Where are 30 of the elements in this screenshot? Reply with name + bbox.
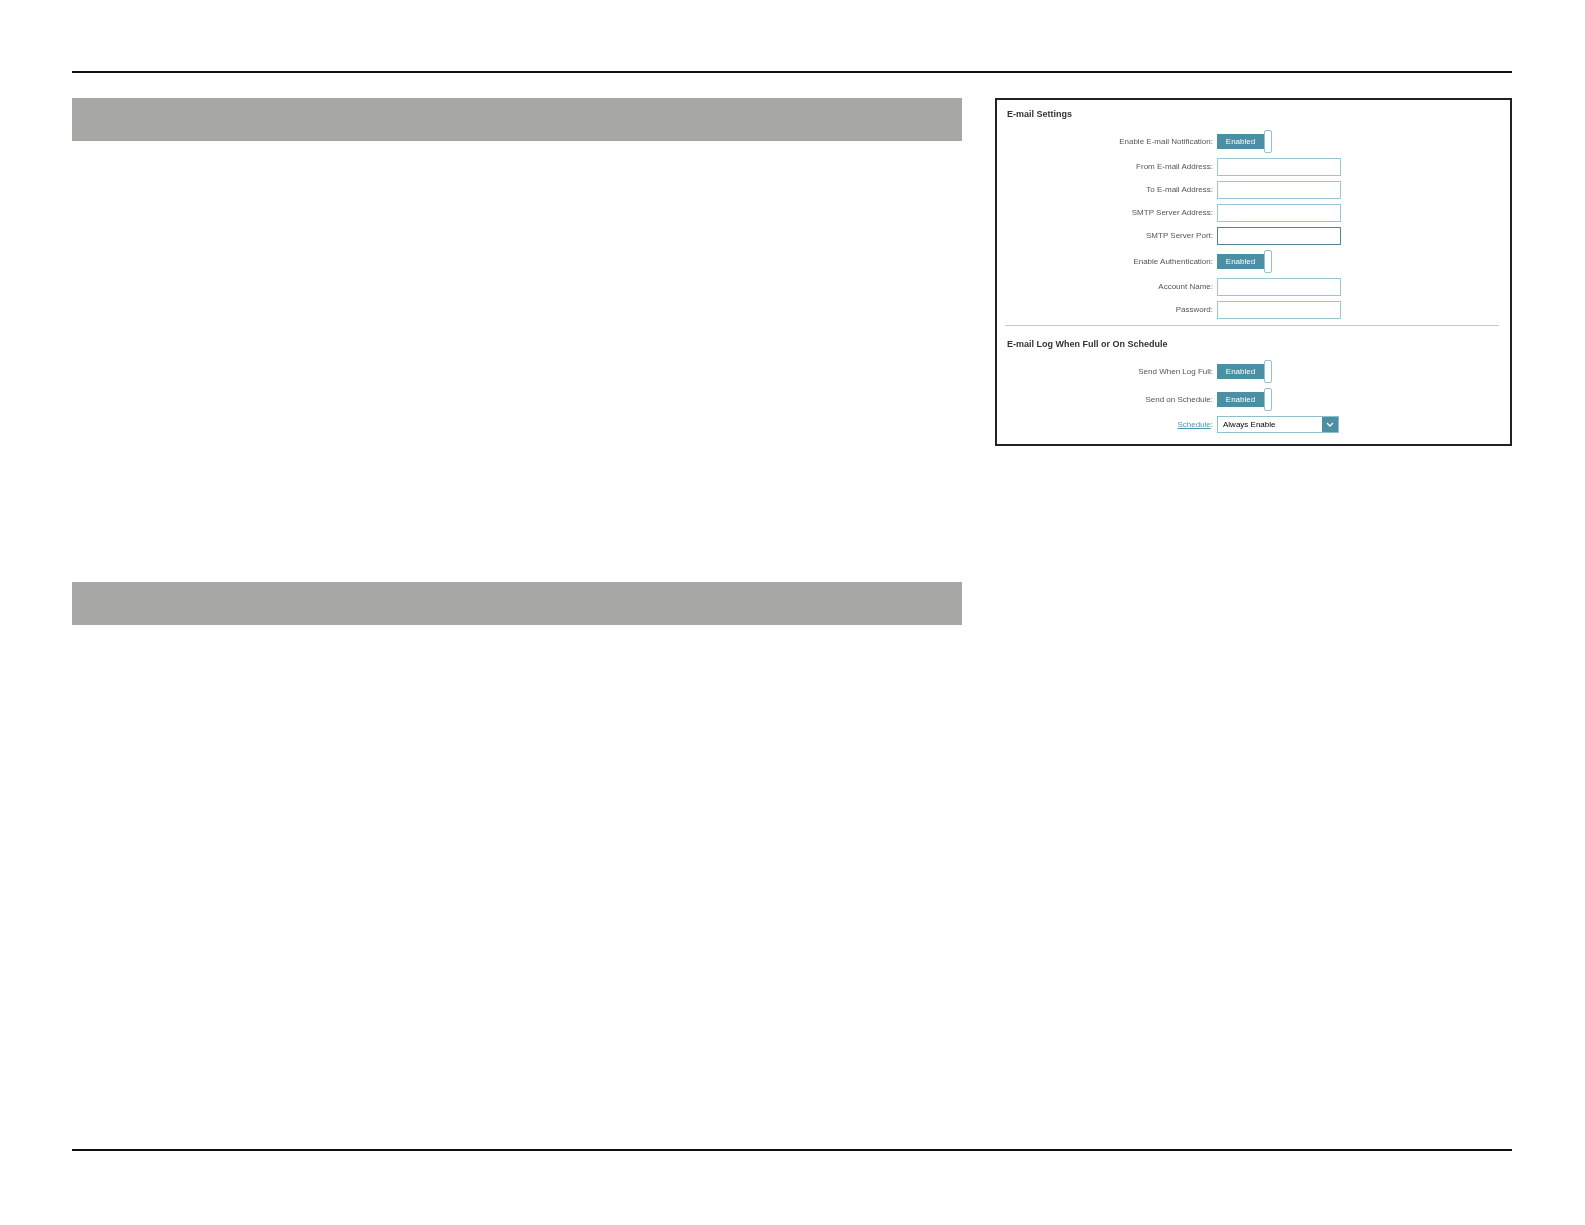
toggle-knob[interactable] <box>1264 250 1272 273</box>
chevron-down-icon <box>1322 417 1338 432</box>
field-label: Enable Authentication: <box>1133 256 1213 267</box>
label-colon: : <box>1210 419 1213 430</box>
text-field[interactable] <box>1217 227 1341 245</box>
field-label: SMTP Server Port: <box>1146 231 1213 241</box>
field-label: Enable E-mail Notification: <box>1119 136 1213 147</box>
text-field[interactable] <box>1217 158 1341 176</box>
field-label: Account Name: <box>1158 282 1213 292</box>
field-label: To E-mail Address: <box>1146 185 1213 195</box>
section-title: E-mail Log When Full or On Schedule <box>1007 338 1168 350</box>
toggle-knob[interactable] <box>1264 130 1272 153</box>
toggle-switch[interactable]: Enabled <box>1217 364 1264 379</box>
field-label: Send on Schedule: <box>1145 394 1213 405</box>
section-title: E-mail Settings <box>1007 108 1072 120</box>
field-label: From E-mail Address: <box>1136 162 1213 172</box>
schedule-dropdown[interactable]: Always Enable <box>1217 416 1339 433</box>
text-field[interactable] <box>1217 278 1341 296</box>
toggle-switch[interactable]: Enabled <box>1217 134 1264 149</box>
text-field[interactable] <box>1217 181 1341 199</box>
field-label: SMTP Server Address: <box>1131 208 1213 218</box>
label-link[interactable]: Schedule <box>1177 419 1211 430</box>
text-field[interactable] <box>1217 204 1341 222</box>
toggle-knob[interactable] <box>1264 360 1272 383</box>
toggle-knob[interactable] <box>1264 388 1272 411</box>
toggle-switch[interactable]: Enabled <box>1217 254 1264 269</box>
field-label: Send When Log Full: <box>1138 366 1213 377</box>
text-field[interactable] <box>1217 301 1341 319</box>
field-label: Password: <box>1175 305 1213 315</box>
toggle-switch[interactable]: Enabled <box>1217 392 1264 407</box>
